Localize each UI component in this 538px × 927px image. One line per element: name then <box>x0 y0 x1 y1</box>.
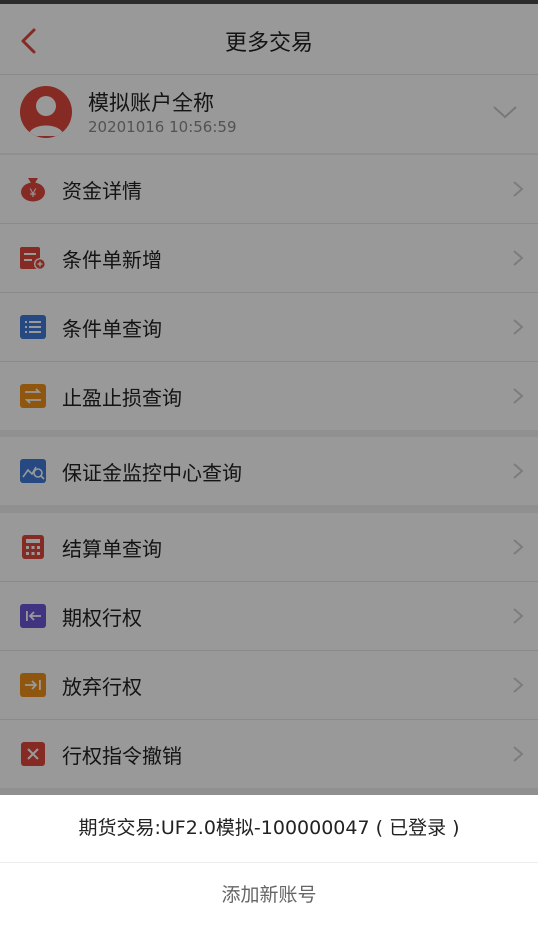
current-account-option[interactable]: 期货交易:UF2.0模拟-100000047 ( 已登录 ) <box>0 795 538 863</box>
modal-overlay[interactable] <box>0 0 538 927</box>
account-switch-sheet: 期货交易:UF2.0模拟-100000047 ( 已登录 ) 添加新账号 <box>0 795 538 927</box>
add-account-button[interactable]: 添加新账号 <box>0 863 538 927</box>
